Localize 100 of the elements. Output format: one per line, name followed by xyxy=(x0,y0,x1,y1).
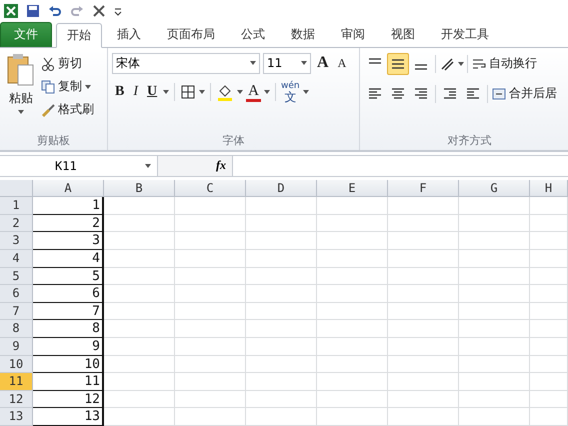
row-header[interactable]: 11 xyxy=(0,373,33,391)
wrap-text-button[interactable]: 自动换行 xyxy=(471,52,538,75)
table-cell: 3 xyxy=(33,232,104,250)
font-name-field[interactable]: 宋体 xyxy=(112,52,260,74)
borders-icon[interactable] xyxy=(180,84,196,100)
table-cell xyxy=(530,268,568,286)
merge-center-button[interactable]: 合并后居 xyxy=(491,82,558,105)
caret-icon[interactable] xyxy=(264,90,270,94)
column-header[interactable]: C xyxy=(175,180,246,198)
row-header[interactable]: 3 xyxy=(0,232,33,250)
table-cell xyxy=(388,302,459,320)
caret-icon[interactable] xyxy=(85,84,91,89)
row-header[interactable]: 13 xyxy=(0,408,33,426)
table-cell: 11 xyxy=(33,373,104,391)
file-tab[interactable]: 文件 xyxy=(0,22,52,47)
column-header[interactable]: G xyxy=(459,180,530,198)
table-cell xyxy=(388,320,459,338)
table-cell: 4 xyxy=(33,250,104,268)
caret-icon[interactable] xyxy=(302,90,309,94)
table-cell xyxy=(388,373,459,391)
row-header[interactable]: 5 xyxy=(0,268,33,286)
row-header[interactable]: 6 xyxy=(0,285,33,303)
column-header[interactable]: A xyxy=(33,180,104,198)
row-header[interactable]: 4 xyxy=(0,250,33,268)
row-header[interactable]: 7 xyxy=(0,302,33,320)
group-label: 对齐方式 xyxy=(446,132,492,149)
table-cell xyxy=(388,356,459,374)
shrink-font-button[interactable]: A xyxy=(334,53,350,74)
ribbon-tab[interactable]: 视图 xyxy=(380,22,426,47)
table-cell xyxy=(175,197,246,215)
font-color-button[interactable]: A xyxy=(246,82,261,102)
caret-icon[interactable] xyxy=(199,90,206,94)
format-painter-button[interactable]: 格式刷 xyxy=(40,98,95,121)
caret-icon[interactable] xyxy=(301,61,307,66)
table-cell xyxy=(317,285,388,303)
underline-button[interactable]: U xyxy=(144,82,160,102)
table-cell xyxy=(104,232,175,250)
table-cell xyxy=(246,302,317,320)
row-header[interactable]: 1 xyxy=(0,197,33,215)
table-cell: 2 xyxy=(33,214,104,232)
bold-button[interactable]: B xyxy=(112,82,128,102)
table-cell xyxy=(459,320,530,338)
table-cell xyxy=(317,338,388,356)
table-cell xyxy=(175,214,246,232)
paste-button[interactable]: 粘贴 xyxy=(4,52,38,132)
caret-icon[interactable] xyxy=(163,90,170,94)
font-size-field[interactable]: 11 xyxy=(263,52,311,74)
table-cell xyxy=(246,285,317,303)
table-cell xyxy=(104,373,175,391)
table-cell xyxy=(175,338,246,356)
insert-function-button[interactable]: fx xyxy=(158,156,233,176)
ribbon-tab[interactable]: 公式 xyxy=(230,22,276,47)
ribbon-tab[interactable]: 开发工具 xyxy=(430,22,500,47)
row-header[interactable]: 2 xyxy=(0,214,33,232)
table-cell xyxy=(530,302,568,320)
caret-icon[interactable] xyxy=(18,110,24,114)
save-icon[interactable] xyxy=(25,2,41,19)
copy-button[interactable]: 复制 xyxy=(40,76,95,98)
column-header[interactable]: B xyxy=(104,180,175,198)
table-cell xyxy=(459,250,530,268)
table-cell xyxy=(530,197,568,215)
table-cell xyxy=(317,214,388,232)
ribbon-tab[interactable]: 插入 xyxy=(106,22,152,47)
caret-icon[interactable] xyxy=(250,61,256,66)
ribbon-tab[interactable]: 开始 xyxy=(56,22,102,48)
cut-button[interactable]: 剪切 xyxy=(40,52,95,75)
table-cell xyxy=(317,250,388,268)
phonetic-guide-button[interactable]: wén 文 xyxy=(280,82,300,103)
row-header[interactable]: 10 xyxy=(0,356,33,374)
table-cell xyxy=(175,302,246,320)
caret-icon[interactable] xyxy=(237,90,244,94)
table-cell xyxy=(530,408,568,426)
ribbon-tab[interactable]: 审阅 xyxy=(330,22,376,47)
table-cell xyxy=(317,356,388,374)
caret-icon[interactable] xyxy=(458,62,464,66)
row-header[interactable]: 8 xyxy=(0,320,33,338)
table-cell xyxy=(246,232,317,250)
ribbon-tab[interactable]: 数据 xyxy=(280,22,326,47)
table-cell xyxy=(317,408,388,426)
table-cell xyxy=(104,302,175,320)
column-header[interactable]: D xyxy=(246,180,317,198)
italic-button[interactable]: I xyxy=(130,82,142,102)
grow-font-button[interactable]: A xyxy=(314,53,332,74)
column-header[interactable]: F xyxy=(388,180,459,198)
table-cell xyxy=(246,390,317,408)
table-cell: 8 xyxy=(33,320,104,338)
caret-icon[interactable] xyxy=(145,164,151,168)
row-header[interactable]: 9 xyxy=(0,338,33,356)
fill-bucket-icon[interactable] xyxy=(216,83,234,102)
column-header[interactable]: H xyxy=(530,180,568,198)
table-cell xyxy=(388,338,459,356)
vertical-align-button[interactable] xyxy=(387,52,409,75)
table-cell xyxy=(246,356,317,374)
table-cell xyxy=(104,197,175,215)
ribbon-tab[interactable]: 页面布局 xyxy=(156,22,226,47)
column-header[interactable]: E xyxy=(317,180,388,198)
table-cell xyxy=(246,268,317,286)
excel-logo-icon[interactable] xyxy=(3,2,19,19)
table-cell: 5 xyxy=(33,268,104,286)
row-header[interactable]: 12 xyxy=(0,390,33,408)
